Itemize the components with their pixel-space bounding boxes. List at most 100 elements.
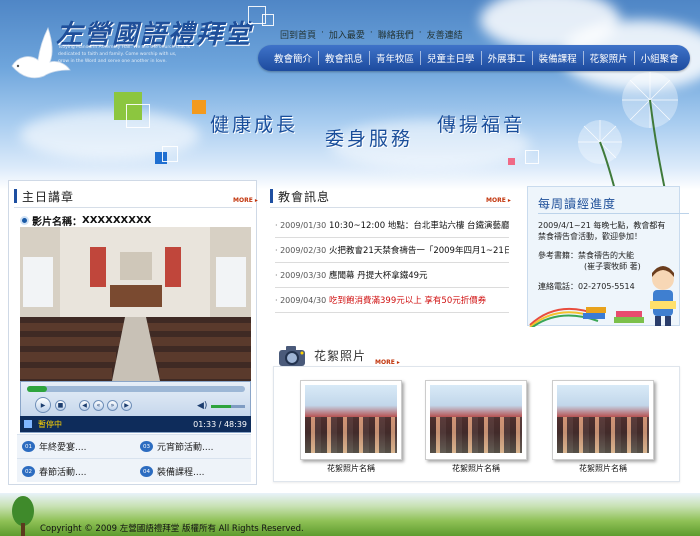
news-list: 2009/01/30 10:30~12:00 地點：台北車站六樓 台鐵演藝廳 2…: [275, 213, 509, 313]
video-frame[interactable]: [20, 227, 251, 381]
deco-square: [126, 104, 150, 128]
photo-thumbnail: [557, 385, 649, 453]
reading-child-icon: [650, 266, 676, 326]
deco-square: [162, 146, 178, 162]
home-link[interactable]: 回到首頁: [280, 28, 316, 41]
seek-bar[interactable]: [27, 386, 245, 392]
separator: ·: [369, 28, 373, 38]
deco-square: [525, 150, 539, 164]
reading-author: (崔子寰牧師 著): [584, 262, 641, 271]
sermon-link[interactable]: 02 春節活動....: [22, 465, 86, 478]
slogan-growth: 健康成長: [210, 114, 299, 136]
reading-schedule-box: 每周讀經進度 2009/4/1~21 每晚七點，教會都有 禁食禱告會活動，歡迎參…: [527, 186, 689, 327]
dandelion-icon: [578, 72, 678, 190]
video-label: 影片名稱: [32, 217, 72, 228]
title-bar: [14, 189, 17, 203]
prev-icon[interactable]: ◀: [79, 400, 90, 411]
separator: ·: [321, 28, 324, 38]
site-subtitle: Tsoying Mandarin Assembly Hall. We are t…: [58, 44, 258, 65]
fast-forward-icon[interactable]: »: [107, 400, 118, 411]
deco-square: [508, 158, 515, 165]
sermon-title: 主日講章: [22, 189, 75, 204]
main-nav: 教會簡介 教會訊息 青年牧區 兒童主日學 外展事工 裝備課程 花絮照片 小組聚會: [258, 45, 690, 71]
nav-item-outreach[interactable]: 外展事工: [482, 51, 533, 65]
nav-item-youth[interactable]: 青年牧區: [370, 51, 422, 65]
news-item[interactable]: 2009/04/30 吃到飽消費滿399元以上 享有50元折價券: [275, 288, 509, 313]
sermon-link-label: 年終愛宴....: [39, 443, 87, 453]
photo-card[interactable]: [300, 380, 402, 460]
subtitle-line: Tsoying Mandarin Assembly Hall. We are t…: [58, 45, 191, 50]
contact-link[interactable]: 聯絡我們: [378, 28, 414, 41]
news-more-link[interactable]: MORE: [486, 197, 511, 204]
sermon-more-link[interactable]: MORE: [233, 197, 258, 204]
number-badge: 03: [140, 441, 153, 452]
news-date: 2009/03/30: [275, 271, 326, 280]
volume-icon[interactable]: ◀): [197, 401, 207, 411]
sermon-link[interactable]: 01 年終愛宴....: [22, 440, 86, 453]
play-icon[interactable]: ▶: [35, 397, 51, 413]
reading-line: 禁食禱告會活動，歡迎參加！: [538, 232, 642, 241]
photo-title: 花絮照片: [314, 348, 367, 363]
deco-square: [192, 100, 206, 114]
nav-item-sunday-school[interactable]: 兒童主日學: [421, 51, 482, 65]
friendly-links-link[interactable]: 友善連結: [427, 28, 463, 41]
next-icon[interactable]: ▶: [121, 400, 132, 411]
volume-slider[interactable]: [211, 405, 245, 408]
news-item[interactable]: 2009/02/30 火把教會21天禁食禱告一「2009年四月1~21日」: [275, 238, 509, 263]
audience: [557, 417, 649, 453]
news-item[interactable]: 2009/01/30 10:30~12:00 地點：台北車站六樓 台鐵演藝廳: [275, 213, 509, 238]
rewind-icon[interactable]: «: [93, 400, 104, 411]
divider: [14, 207, 252, 208]
time-readout: 01:33 / 48:39: [193, 419, 247, 429]
volume-level: [211, 405, 232, 408]
divider: [538, 213, 689, 214]
separator: ·: [418, 28, 422, 38]
news-text: 10:30~12:00 地點：台北車站六樓 台鐵演藝廳: [329, 221, 509, 231]
church-interior-image: [20, 227, 251, 381]
nav-item-courses[interactable]: 裝備課程: [533, 51, 584, 65]
sermon-link[interactable]: 04 裝備課程....: [140, 465, 204, 478]
nav-item-photos[interactable]: 花絮照片: [584, 51, 635, 65]
sermon-link-label: 春節活動....: [39, 468, 87, 478]
pause-icon[interactable]: [24, 420, 32, 428]
slogan-gospel: 傳揚福音: [437, 114, 526, 136]
sermon-header: 主日講章: [14, 186, 74, 206]
photo-caption: 花絮照片名稱: [579, 464, 627, 473]
slogan-service: 委身服務: [325, 128, 414, 150]
number-badge: 01: [22, 441, 35, 452]
audience: [305, 417, 397, 453]
subtitle-line: dedicated to faith and family. Come wors…: [58, 52, 177, 57]
news-title: 教會訊息: [278, 189, 331, 204]
news-date: 2009/01/30: [275, 221, 326, 230]
subtitle-line: grow in the Word and serve one another i…: [58, 59, 167, 64]
news-text: 吃到飽消費滿399元以上 享有50元折價券: [329, 296, 487, 306]
sermon-link[interactable]: 03 元宵節活動....: [140, 440, 213, 453]
tree-icon: [12, 496, 34, 536]
number-badge: 04: [140, 466, 153, 477]
photo-card[interactable]: [425, 380, 527, 460]
news-text: 應聞幕 丹提大杯拿鐵49元: [329, 271, 428, 281]
photo-card[interactable]: [552, 380, 654, 460]
bookmark-link[interactable]: 加入最愛: [329, 28, 365, 41]
photo-caption: 花絮照片名稱: [327, 464, 375, 473]
video-title: 影片名稱 ： XXXXXXXXX: [20, 213, 151, 228]
news-item[interactable]: 2009/03/30 應聞幕 丹提大杯拿鐵49元: [275, 263, 509, 288]
nav-item-news[interactable]: 教會訊息: [319, 51, 371, 65]
photo-caption: 花絮照片名稱: [452, 464, 500, 473]
news-date: 2009/02/30: [275, 246, 326, 255]
status-text: 暫停中: [38, 419, 62, 429]
news-date: 2009/04/30: [275, 296, 326, 305]
news-text: 火把教會21天禁食禱告一「2009年四月1~21日」: [329, 246, 509, 256]
camera-icon: [279, 346, 305, 366]
video-name: XXXXXXXXX: [82, 215, 152, 226]
copyright-text: Copyright © 2009 左營國語禮拜堂 版權所有 All Rights…: [40, 524, 304, 534]
nav-item-small-groups[interactable]: 小組聚會: [635, 51, 685, 65]
photo-more-link[interactable]: MORE: [375, 359, 400, 366]
reading-title: 每周讀經進度: [538, 197, 617, 211]
reading-line: 2009/4/1~21 每晚七點，教會都有: [538, 221, 666, 230]
nav-item-about[interactable]: 教會簡介: [268, 51, 320, 65]
top-links: 回到首頁 · 加入最愛 · 聯絡我們 · 友善連結: [280, 28, 463, 41]
title-bar: [270, 189, 273, 203]
stop-icon[interactable]: ■: [55, 400, 66, 411]
header-banner: 左營國語禮拜堂 Tsoying Mandarin Assembly Hall. …: [0, 0, 700, 190]
